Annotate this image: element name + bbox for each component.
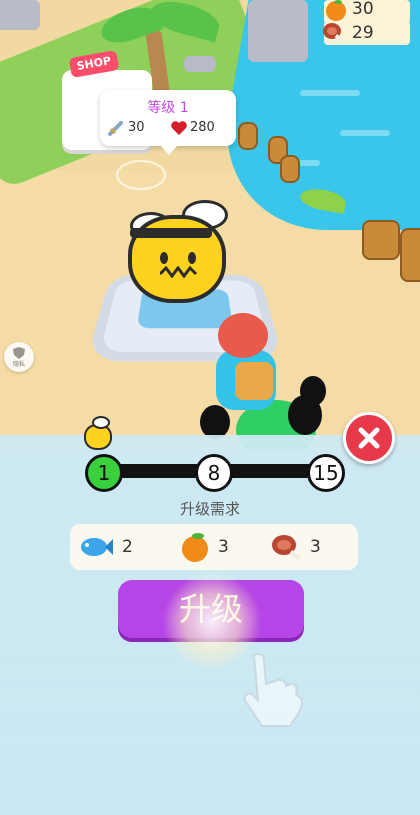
corner-rock [0, 0, 40, 30]
orange-count: 30 [352, 0, 374, 19]
close-button[interactable] [343, 412, 395, 464]
privacy-button[interactable]: 隐私 [4, 342, 34, 372]
bee-eye [188, 252, 196, 264]
bee-mouth [160, 266, 198, 278]
fish-icon [81, 538, 113, 556]
meat-requirement-count: 3 [310, 537, 321, 557]
milestone-node-1: 1 [85, 454, 123, 492]
fish-count: 2 [122, 537, 133, 557]
post [238, 122, 258, 150]
health-value: 280 [190, 120, 215, 135]
close-icon [358, 427, 380, 449]
game-scene[interactable]: SHOP 等级 1 30 280 [0, 0, 420, 450]
wave [340, 130, 390, 136]
barrel [362, 220, 400, 260]
pointer-hand-icon [243, 652, 303, 727]
cliff-rock [248, 0, 308, 62]
milestone-node-8: 8 [195, 454, 233, 492]
privacy-label: 隐私 [12, 361, 25, 368]
meat-icon [323, 23, 344, 42]
attack-value: 30 [128, 120, 145, 135]
bee-portrait [82, 414, 112, 450]
shield-icon [13, 347, 25, 359]
barrel [400, 228, 420, 282]
heart-icon [171, 121, 187, 135]
post [280, 155, 300, 183]
wave [300, 90, 360, 96]
spawn-ring [116, 160, 166, 190]
requirement-meat: 3 [270, 526, 340, 568]
small-rock [184, 56, 216, 72]
player-cap [218, 313, 268, 358]
bee-stripe [130, 228, 212, 238]
orange-requirement-count: 3 [218, 537, 229, 557]
requirement-orange: 3 [178, 526, 248, 568]
orange-icon [182, 533, 208, 562]
sword-icon [108, 121, 123, 136]
bee-eye [160, 252, 168, 264]
level-tooltip: 等级 1 30 280 [100, 90, 236, 155]
meat-count: 29 [352, 23, 374, 43]
requirements-title: 升级需求 [179, 500, 240, 518]
player-backpack [235, 362, 273, 400]
ant-silhouette [200, 405, 230, 439]
level-label: 等级 1 [147, 100, 189, 116]
ant-silhouette [300, 376, 326, 406]
orange-icon [326, 0, 346, 21]
milestone-node-15: 15 [307, 454, 345, 492]
requirement-fish: 2 [78, 526, 148, 568]
meat-icon [272, 535, 302, 561]
